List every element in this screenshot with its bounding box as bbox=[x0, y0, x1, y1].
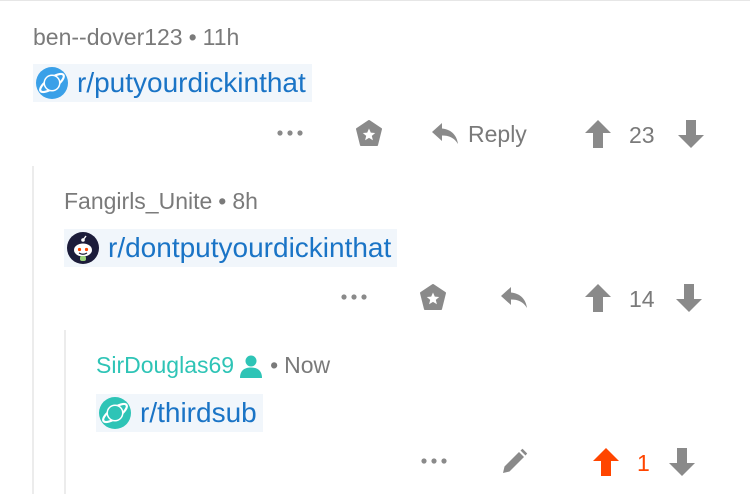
op-person-icon bbox=[238, 353, 264, 379]
upvote-button[interactable] bbox=[591, 445, 621, 479]
comment-author[interactable]: Fangirls_Unite bbox=[64, 188, 212, 215]
comment-meta: ben--dover123 • 11h bbox=[33, 24, 239, 51]
comment-author[interactable]: SirDouglas69 bbox=[96, 352, 234, 379]
subreddit-name: r/putyourdickinthat bbox=[77, 67, 306, 98]
comment-time: 8h bbox=[232, 188, 258, 214]
subreddit-link[interactable]: r/thirdsub bbox=[96, 394, 263, 432]
comment-time: 11h bbox=[202, 24, 240, 50]
downvote-arrow-icon bbox=[676, 284, 702, 312]
more-dots-icon bbox=[341, 294, 367, 300]
more-dots-icon bbox=[277, 130, 303, 136]
vote-score: 23 bbox=[629, 122, 655, 148]
planet-icon bbox=[98, 396, 132, 430]
comment-meta: Fangirls_Unite • 8h bbox=[64, 188, 258, 215]
more-dots-icon bbox=[421, 458, 447, 464]
comment-time: Now bbox=[284, 352, 331, 378]
upvote-arrow-active-icon bbox=[593, 448, 619, 476]
upvote-arrow-icon bbox=[585, 284, 611, 312]
downvote-button[interactable] bbox=[667, 445, 697, 479]
thread-line-level-2[interactable] bbox=[64, 330, 66, 494]
top-divider bbox=[0, 0, 750, 1]
downvote-button[interactable] bbox=[676, 117, 706, 151]
comment-author[interactable]: ben--dover123 bbox=[33, 24, 183, 51]
subreddit-name: r/dontputyourdickinthat bbox=[108, 232, 392, 263]
subreddit-link[interactable]: r/putyourdickinthat bbox=[33, 64, 312, 102]
award-icon bbox=[356, 120, 382, 146]
give-award-button[interactable] bbox=[352, 117, 386, 151]
more-options-button[interactable] bbox=[420, 450, 448, 472]
subreddit-link[interactable]: r/dontputyourdickinthat bbox=[64, 229, 398, 267]
pencil-icon bbox=[503, 448, 528, 473]
award-icon bbox=[420, 284, 446, 310]
meta-separator: • bbox=[270, 352, 279, 378]
downvote-arrow-icon bbox=[669, 448, 695, 476]
comment-meta: SirDouglas69 • Now bbox=[96, 352, 330, 379]
downvote-arrow-icon bbox=[678, 120, 704, 148]
give-award-button[interactable] bbox=[416, 281, 450, 315]
upvote-button[interactable] bbox=[583, 117, 613, 151]
thread-line-level-1[interactable] bbox=[32, 166, 34, 494]
reply-label: Reply bbox=[468, 120, 527, 147]
meta-separator: • bbox=[188, 24, 197, 50]
more-options-button[interactable] bbox=[276, 122, 304, 144]
upvote-arrow-icon bbox=[585, 120, 611, 148]
planet-icon bbox=[35, 66, 69, 100]
subreddit-name: r/thirdsub bbox=[140, 397, 257, 428]
reply-arrow-icon bbox=[501, 287, 527, 308]
vote-score: 14 bbox=[629, 286, 655, 312]
reply-button[interactable]: Reply bbox=[430, 117, 540, 151]
edit-button[interactable] bbox=[497, 445, 531, 479]
snoo-icon bbox=[66, 231, 100, 265]
downvote-button[interactable] bbox=[674, 281, 704, 315]
meta-separator: • bbox=[218, 188, 227, 214]
upvote-button[interactable] bbox=[583, 281, 613, 315]
more-options-button[interactable] bbox=[340, 286, 368, 308]
reply-button[interactable] bbox=[497, 281, 531, 315]
vote-score: 1 bbox=[637, 450, 650, 476]
reply-arrow-icon bbox=[432, 123, 458, 144]
